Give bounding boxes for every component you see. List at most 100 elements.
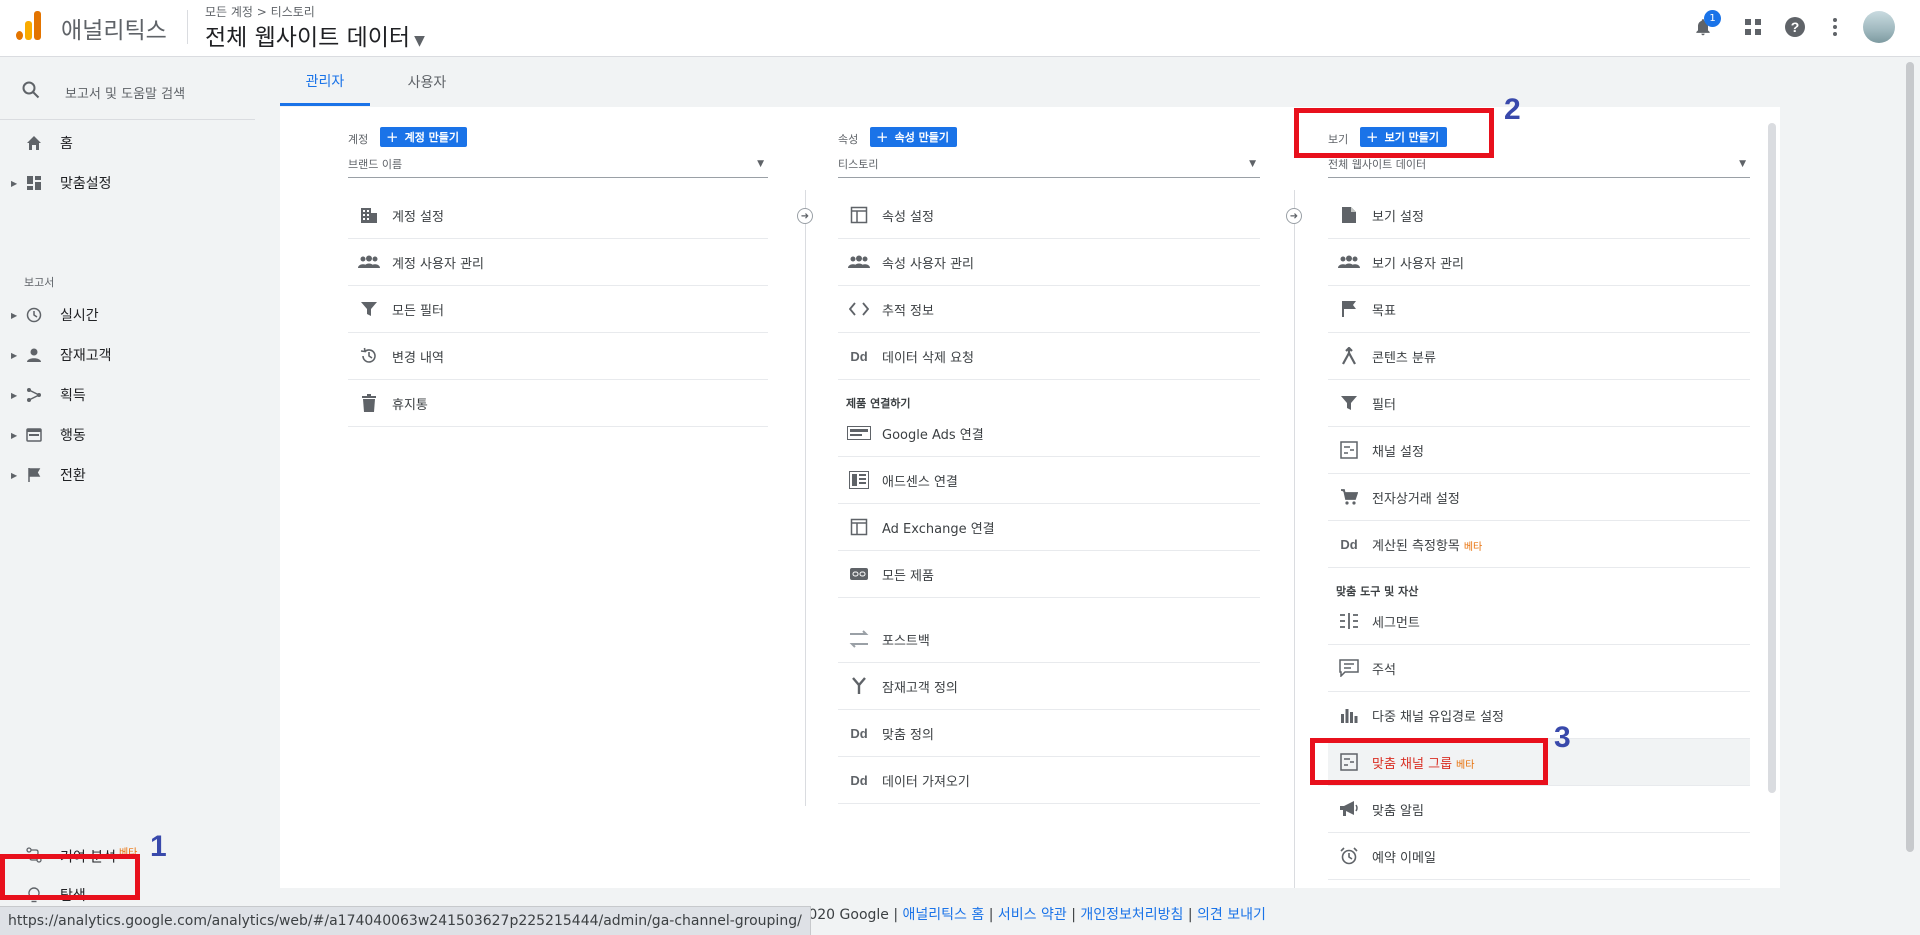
postbacks-row[interactable]: 포스트백 bbox=[838, 616, 1260, 663]
header-divider bbox=[187, 10, 188, 44]
sidebar-item-behavior[interactable]: ▶ 행동 bbox=[0, 416, 250, 454]
sidebar-item-label: 획득 bbox=[60, 388, 86, 404]
sidebar-divider bbox=[0, 119, 255, 120]
custom-definitions-row[interactable]: Dd 맞춤 정의 bbox=[838, 710, 1260, 757]
ecommerce-settings-row[interactable]: 전자상거래 설정 bbox=[1328, 474, 1750, 521]
adsense-linking-row[interactable]: 애드센스 연결 bbox=[838, 457, 1260, 504]
all-products-row[interactable]: 모든 제품 bbox=[838, 551, 1260, 598]
code-icon bbox=[846, 299, 872, 319]
view-picker[interactable]: 전체 웹사이트 데이터 ▼ bbox=[1328, 156, 1750, 178]
all-filters-row[interactable]: 모든 필터 bbox=[348, 286, 768, 333]
sidebar-item-home[interactable]: 홈 bbox=[0, 124, 250, 162]
sidebar-item-customization[interactable]: ▶ 맞춤설정 bbox=[0, 164, 250, 202]
change-history-row[interactable]: 변경 내역 bbox=[348, 333, 768, 380]
acquisition-icon bbox=[24, 385, 44, 405]
property-column-label: 속성 bbox=[838, 133, 859, 146]
tracking-info-row[interactable]: 추적 정보 bbox=[838, 286, 1260, 333]
sidebar-item-label: 잠재고객 bbox=[60, 348, 112, 364]
more-vert-icon[interactable] bbox=[1822, 14, 1848, 40]
apps-grid-icon[interactable] bbox=[1740, 14, 1766, 40]
help-icon[interactable]: ? bbox=[1782, 14, 1808, 40]
search-label: 보고서 및 도움말 검색 bbox=[65, 86, 186, 102]
search-icon bbox=[22, 81, 40, 104]
footer-link-terms[interactable]: 서비스 약관 bbox=[998, 907, 1067, 923]
create-account-button[interactable]: + 계정 만들기 bbox=[380, 127, 468, 147]
goals-row[interactable]: 목표 bbox=[1328, 286, 1750, 333]
property-user-management-row[interactable]: 속성 사용자 관리 bbox=[838, 239, 1260, 286]
postback-icon bbox=[846, 629, 872, 649]
filter-icon bbox=[1336, 393, 1362, 413]
annotation-number-2: 2 bbox=[1504, 93, 1521, 126]
history-icon bbox=[356, 346, 382, 366]
svg-text:?: ? bbox=[1791, 19, 1800, 35]
column-divider bbox=[1294, 190, 1295, 888]
view-filters-row[interactable]: 필터 bbox=[1328, 380, 1750, 427]
audience-definitions-row[interactable]: 잠재고객 정의 bbox=[838, 663, 1260, 710]
view-selector[interactable]: 전체 웹사이트 데이터 ▼ bbox=[205, 18, 425, 52]
tab-user[interactable]: 사용자 bbox=[392, 58, 462, 106]
create-property-button[interactable]: + 속성 만들기 bbox=[870, 127, 958, 147]
sidebar-item-acquisition[interactable]: ▶ 획득 bbox=[0, 376, 250, 414]
google-ads-linking-row[interactable]: Google Ads 연결 bbox=[838, 410, 1260, 457]
sidebar-item-label: 맞춤설정 bbox=[60, 176, 112, 192]
tab-admin[interactable]: 관리자 bbox=[280, 58, 370, 106]
sidebar-item-audience[interactable]: ▶ 잠재고객 bbox=[0, 336, 250, 374]
arrow-right-icon: ➜ bbox=[797, 208, 813, 224]
account-settings-row[interactable]: 계정 설정 bbox=[348, 192, 768, 239]
dd-icon: Dd bbox=[850, 772, 868, 788]
personal-tools-heading: 맞춤 도구 및 자산 bbox=[1336, 585, 1419, 598]
app-name[interactable]: 애널리틱스 bbox=[61, 11, 167, 45]
sidebar-item-label: 전환 bbox=[60, 468, 86, 484]
product-linking-heading: 제품 연결하기 bbox=[846, 397, 911, 410]
account-avatar[interactable] bbox=[1863, 11, 1895, 43]
data-import-row[interactable]: Dd 데이터 가져오기 bbox=[838, 757, 1260, 804]
clock-icon bbox=[24, 305, 44, 325]
footer-link-feedback[interactable]: 의견 보내기 bbox=[1197, 907, 1266, 923]
property-settings-row[interactable]: 속성 설정 bbox=[838, 192, 1260, 239]
plus-icon: + bbox=[876, 128, 889, 146]
footer-link-privacy[interactable]: 개인정보처리방침 bbox=[1080, 907, 1183, 923]
footer-link-analytics-home[interactable]: 애널리틱스 홈 bbox=[903, 907, 985, 923]
analytics-logo-icon[interactable] bbox=[14, 10, 44, 40]
dd-icon: Dd bbox=[850, 348, 868, 364]
sidebar-item-realtime[interactable]: ▶ 실시간 bbox=[0, 296, 250, 334]
dropdown-arrow-icon: ▼ bbox=[1249, 159, 1256, 169]
mcf-settings-row[interactable]: 다중 채널 유입경로 설정 bbox=[1328, 692, 1750, 739]
channel-settings-row[interactable]: 채널 설정 bbox=[1328, 427, 1750, 474]
panel-scrollbar[interactable] bbox=[1768, 123, 1776, 793]
ads-icon bbox=[846, 423, 872, 443]
expand-arrow-icon: ▶ bbox=[11, 390, 18, 400]
content-grouping-row[interactable]: 콘텐츠 분류 bbox=[1328, 333, 1750, 380]
column-divider bbox=[805, 190, 806, 806]
scheduled-emails-row[interactable]: 예약 이메일 bbox=[1328, 833, 1750, 880]
annotation-box-channel-grouping bbox=[1310, 738, 1548, 785]
account-picker[interactable]: 브랜드 이름 ▼ bbox=[348, 156, 768, 178]
annotation-box-admin bbox=[0, 854, 140, 900]
data-deletion-requests-row[interactable]: Dd 데이터 삭제 요청 bbox=[838, 333, 1260, 380]
custom-alerts-row[interactable]: 맞춤 알림 bbox=[1328, 786, 1750, 833]
link-icon bbox=[846, 564, 872, 584]
trash-icon bbox=[356, 393, 382, 413]
group-icon bbox=[356, 252, 382, 272]
view-settings-row[interactable]: 보기 설정 bbox=[1328, 192, 1750, 239]
account-user-management-row[interactable]: 계정 사용자 관리 bbox=[348, 239, 768, 286]
cart-icon bbox=[1336, 487, 1362, 507]
expand-arrow-icon: ▶ bbox=[11, 470, 18, 480]
sidebar-item-conversions[interactable]: ▶ 전환 bbox=[0, 456, 250, 494]
view-user-management-row[interactable]: 보기 사용자 관리 bbox=[1328, 239, 1750, 286]
document-icon bbox=[1336, 205, 1362, 225]
home-icon bbox=[24, 133, 44, 153]
expand-arrow-icon: ▶ bbox=[11, 430, 18, 440]
property-picker[interactable]: 티스토리 ▼ bbox=[838, 156, 1260, 178]
calculated-metrics-row[interactable]: Dd 계산된 측정항목 베타 bbox=[1328, 521, 1750, 568]
flag-icon bbox=[1336, 299, 1362, 319]
page-scrollbar[interactable] bbox=[1906, 62, 1914, 852]
search-reports[interactable]: 보고서 및 도움말 검색 bbox=[0, 72, 250, 112]
trash-row[interactable]: 휴지통 bbox=[348, 380, 768, 427]
expand-arrow-icon: ▶ bbox=[11, 178, 18, 188]
annotations-row[interactable]: 주석 bbox=[1328, 645, 1750, 692]
segments-row[interactable]: 세그먼트 bbox=[1328, 598, 1750, 645]
ad-exchange-linking-row[interactable]: Ad Exchange 연결 bbox=[838, 504, 1260, 551]
window-icon bbox=[24, 425, 44, 445]
megaphone-icon bbox=[1336, 799, 1362, 819]
